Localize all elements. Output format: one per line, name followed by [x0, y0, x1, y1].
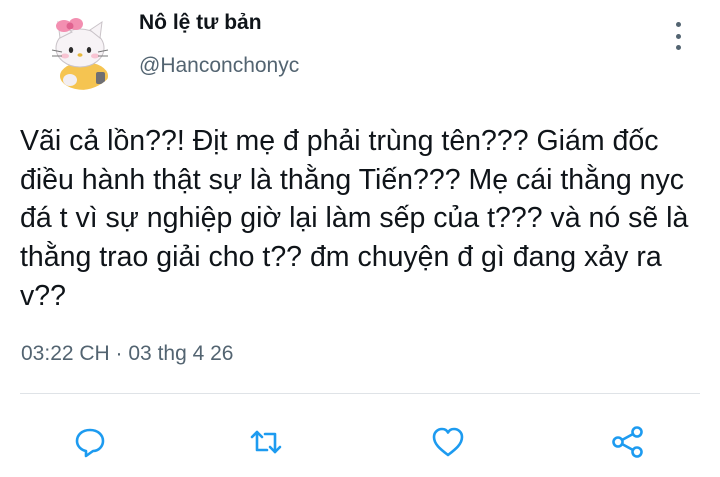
reply-button[interactable]	[68, 420, 112, 464]
dot	[675, 45, 681, 50]
retweet-icon	[250, 430, 282, 454]
hello-kitty-avatar-image	[40, 10, 120, 90]
dot	[675, 33, 681, 39]
more-vertical-icon[interactable]	[668, 22, 688, 50]
heart-icon	[432, 427, 464, 457]
share-icon	[612, 426, 643, 458]
dot	[675, 22, 681, 27]
user-handle[interactable]: @Hanconchonyc	[139, 54, 299, 78]
reply-icon	[75, 428, 105, 458]
like-button[interactable]	[426, 420, 470, 464]
share-button[interactable]	[606, 420, 650, 464]
retweet-button[interactable]	[244, 420, 288, 464]
tweet-timestamp[interactable]: 03:22 CH · 03 thg 4 26	[21, 342, 233, 366]
avatar[interactable]	[40, 10, 120, 90]
display-name[interactable]: Nô lệ tư bản	[139, 11, 262, 35]
divider	[20, 393, 700, 394]
tweet-text: Vãi cả lồn??! Địt mẹ đ phải trùng tên???…	[20, 125, 697, 312]
